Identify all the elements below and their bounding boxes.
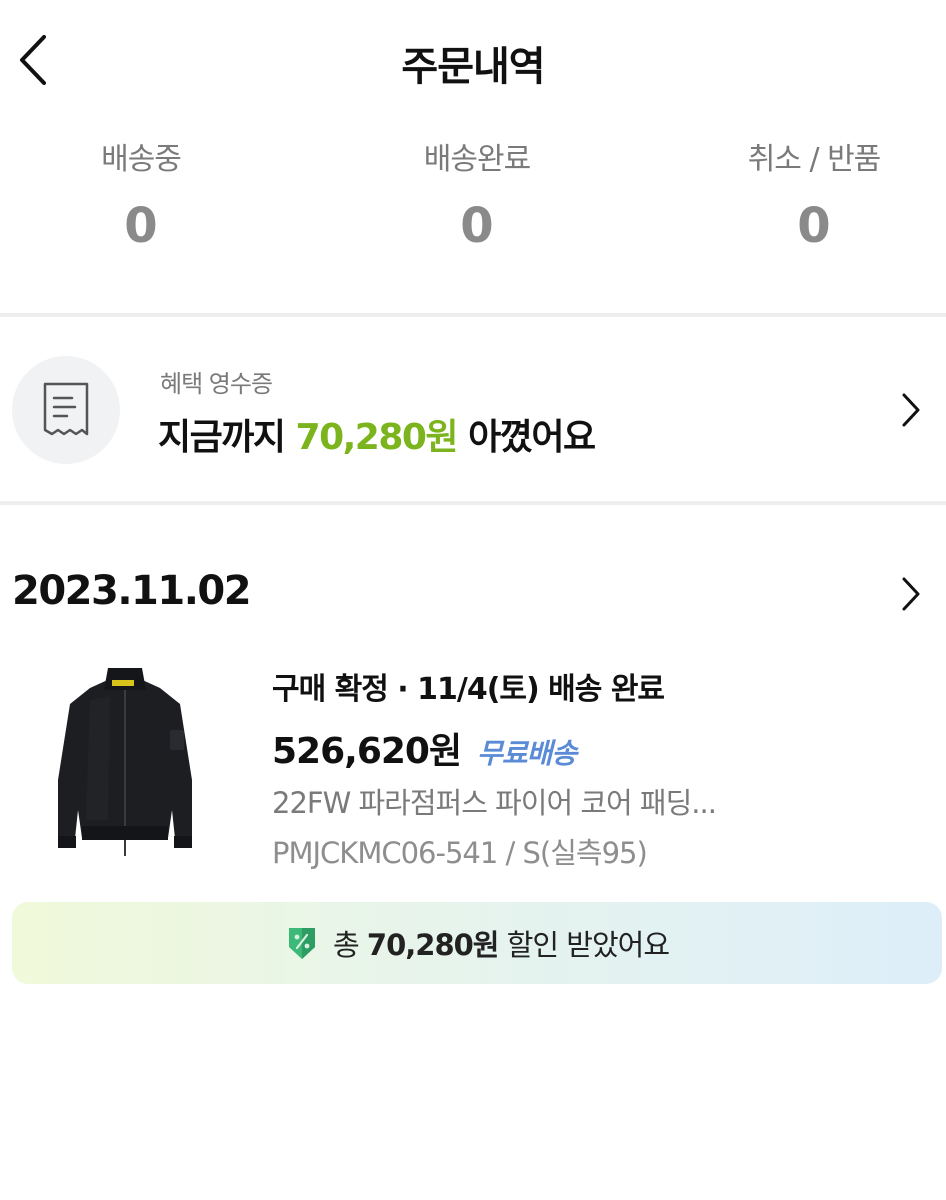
discount-text: 총 70,280원 할인 받았어요 <box>332 922 670 964</box>
order-date: 2023.11.02 <box>12 568 252 614</box>
section-divider <box>0 313 946 317</box>
status-label: 취소 / 반품 <box>747 142 882 177</box>
section-divider <box>0 501 946 505</box>
order-price: 526,620원 <box>272 731 462 772</box>
page-title: 주문내역 <box>401 44 545 90</box>
header: 주문내역 <box>0 0 946 120</box>
receipt-savings-text: 지금까지 70,280원 아꼈어요 <box>158 408 596 460</box>
receipt-icon-container <box>12 356 120 464</box>
status-label: 배송중 <box>101 142 182 177</box>
order-detail-chevron-icon[interactable] <box>896 574 926 614</box>
benefit-receipt-row[interactable]: 혜택 영수증 지금까지 70,280원 아꼈어요 <box>0 320 946 500</box>
discount-banner[interactable]: 총 70,280원 할인 받았어요 <box>12 902 942 984</box>
discount-prefix: 총 <box>332 928 367 962</box>
savings-prefix: 지금까지 <box>158 417 296 458</box>
product-name[interactable]: 22FW 파라점퍼스 파이어 코어 패딩... <box>272 780 717 822</box>
product-option: PMJCKMC06-541 / S(실측95) <box>272 836 648 870</box>
status-count: 0 <box>797 198 831 254</box>
status-count: 0 <box>124 198 158 254</box>
status-count: 0 <box>460 198 494 254</box>
status-delivered[interactable]: 배송완료 0 <box>327 140 627 254</box>
product-image[interactable] <box>50 660 200 860</box>
discount-suffix: 할인 받았어요 <box>498 928 670 962</box>
discount-badge-icon <box>288 928 315 959</box>
status-cancel-return[interactable]: 취소 / 반품 0 <box>664 140 946 254</box>
savings-suffix: 아꼈어요 <box>457 417 596 458</box>
chevron-right-icon <box>896 390 926 430</box>
price-line: 526,620원 무료배송 <box>272 722 577 774</box>
status-label: 배송완료 <box>423 142 531 177</box>
order-status: 구매 확정 · 11/4(토) 배송 완료 <box>272 672 665 707</box>
receipt-subtitle: 혜택 영수증 <box>160 370 273 398</box>
status-shipping[interactable]: 배송중 0 <box>0 140 291 254</box>
free-shipping-label: 무료배송 <box>477 737 577 770</box>
receipt-icon <box>43 382 89 436</box>
discount-amount: 70,280원 <box>366 928 500 962</box>
order-status-summary: 배송중 0 배송완료 0 취소 / 반품 0 <box>0 140 946 290</box>
savings-amount: 70,280원 <box>295 417 459 458</box>
